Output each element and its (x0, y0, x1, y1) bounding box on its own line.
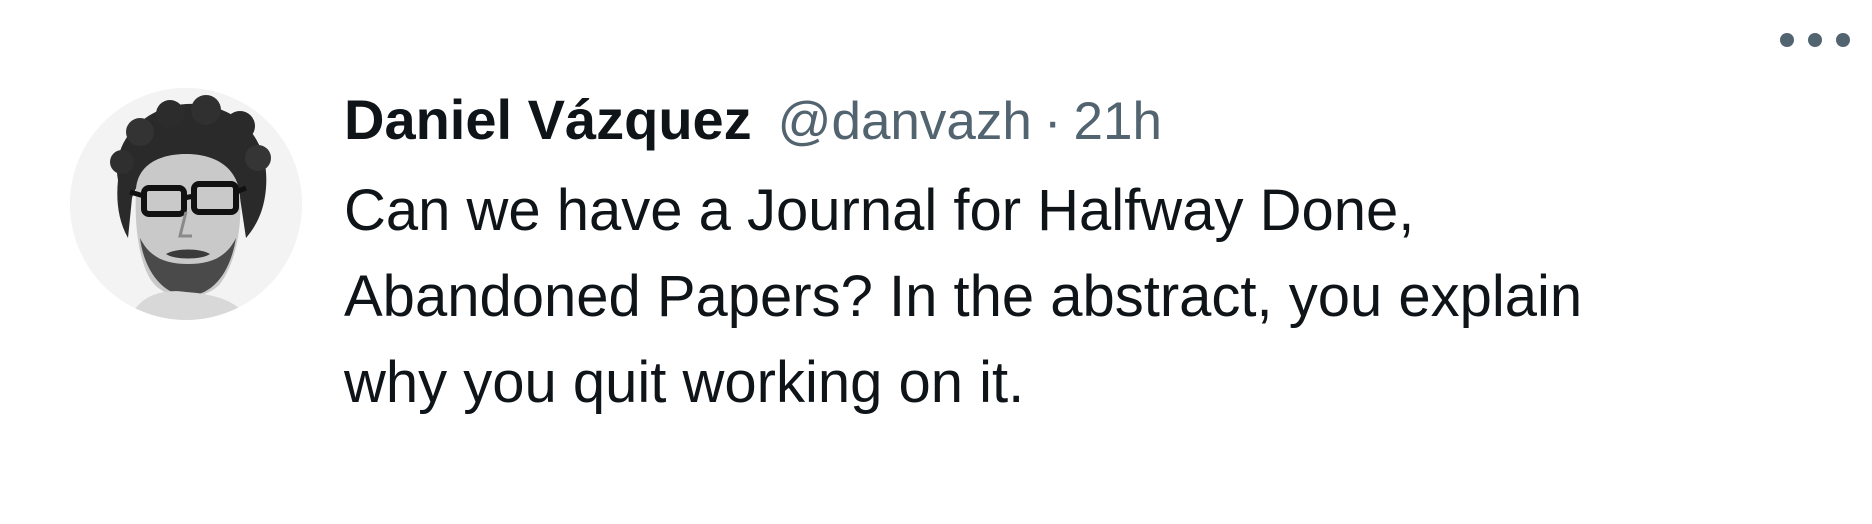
more-horizontal-icon (1780, 33, 1794, 47)
tweet-card[interactable]: Daniel Vázquez @danvazh · 21h Can we hav… (0, 0, 1872, 524)
tweet-text-line: Can we have a Journal for Halfway Done, (344, 178, 1415, 243)
tweet-content: Daniel Vázquez @danvazh · 21h Can we hav… (344, 80, 1804, 426)
more-horizontal-icon (1808, 33, 1822, 47)
tweet-header: Daniel Vázquez @danvazh · 21h (344, 80, 1804, 160)
author-handle[interactable]: @danvazh (778, 82, 1032, 162)
author-name[interactable]: Daniel Vázquez (344, 80, 752, 160)
more-options-button[interactable] (1780, 26, 1850, 54)
header-separator: · (1043, 92, 1062, 151)
tweet-timestamp[interactable]: 21h (1074, 82, 1162, 162)
avatar-photo-icon (70, 88, 302, 320)
tweet-text-line: why you quit working on it. (344, 350, 1025, 415)
tweet-text-line: Abandoned Papers? In the abstract, you e… (344, 264, 1583, 329)
tweet-text: Can we have a Journal for Halfway Done, … (344, 168, 1804, 426)
more-horizontal-icon (1836, 33, 1850, 47)
avatar[interactable] (70, 88, 302, 320)
